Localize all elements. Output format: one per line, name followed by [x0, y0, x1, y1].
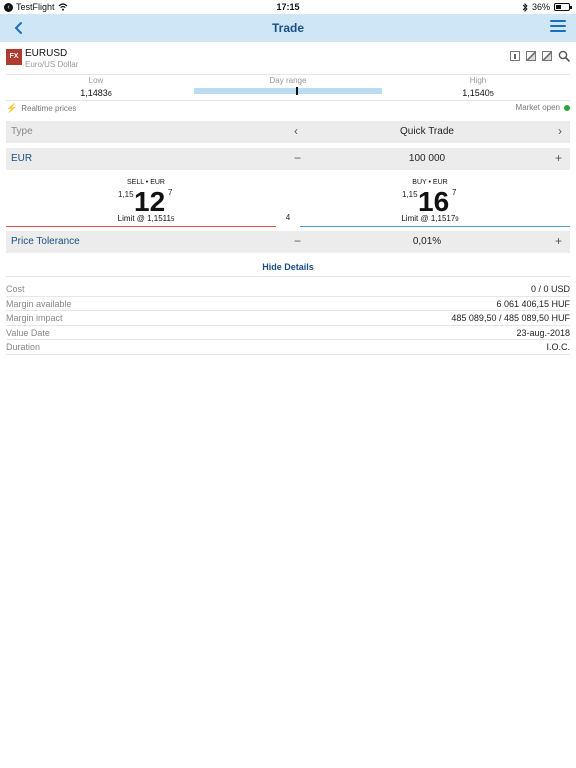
detail-row: Margin impact 485 089,50 / 485 089,50 HU…	[6, 311, 570, 326]
detail-row: Margin available 6 061 406,15 HUF	[6, 297, 570, 312]
price-tolerance-value[interactable]: 0,01%	[306, 236, 548, 247]
buy-limit: Limit @ 1,15179	[401, 214, 459, 223]
decrease-tolerance-button[interactable]: −	[294, 234, 301, 248]
spread-value: 4	[285, 213, 291, 222]
detail-row: Value Date 23-aug.-2018	[6, 326, 570, 341]
detail-row: Cost 0 / 0 USD	[6, 282, 570, 297]
buy-button[interactable]: BUY • EUR 1,15 16 7 Limit @ 1,15179	[290, 176, 570, 226]
order-details: Cost 0 / 0 USD Margin available 6 061 40…	[6, 282, 570, 355]
detail-row: Duration I.O.C.	[6, 340, 570, 355]
sell-limit: Limit @ 1,15115	[117, 214, 175, 223]
hide-details-link[interactable]: Hide Details	[6, 262, 570, 272]
buy-price: 1,15 16 7	[402, 186, 457, 217]
buy-header: BUY • EUR	[412, 179, 448, 186]
increase-tolerance-button[interactable]: +	[555, 234, 562, 248]
price-tolerance-row: Price Tolerance − 0,01% +	[6, 231, 570, 253]
sell-header: SELL • EUR	[127, 179, 165, 186]
price-tolerance-label: Price Tolerance	[11, 236, 80, 247]
sell-price: 1,15 12 7	[118, 186, 173, 217]
divider	[6, 276, 570, 277]
sell-button[interactable]: SELL • EUR 1,15 12 7 Limit @ 1,15115	[6, 176, 286, 226]
